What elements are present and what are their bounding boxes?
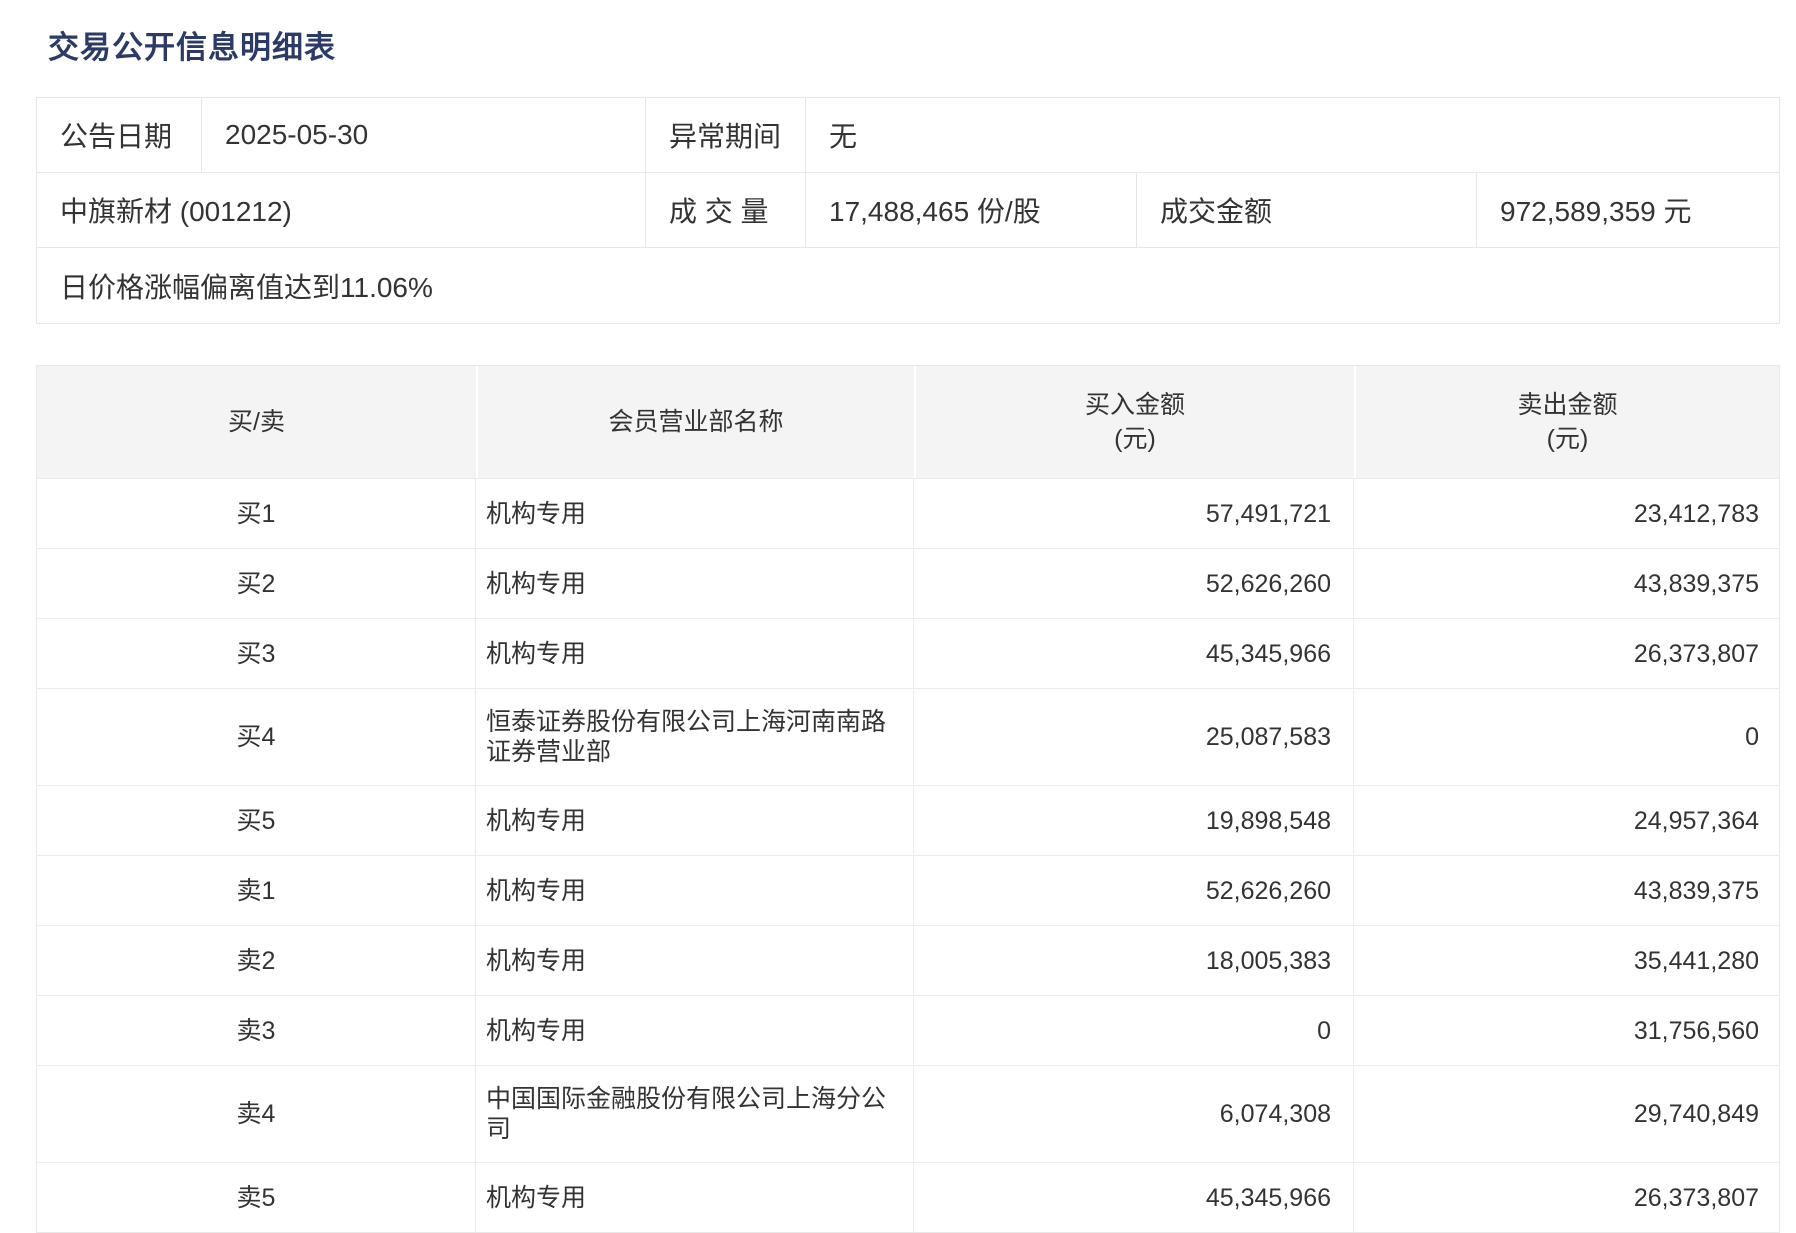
branch-cell: 中国国际金融股份有限公司上海分公司 — [476, 1066, 914, 1162]
header-buy-amount-line2: (元) — [1114, 422, 1156, 456]
side-cell: 卖3 — [37, 996, 476, 1065]
side-cell: 买3 — [37, 619, 476, 688]
table-row: 买2 机构专用 52,626,260 43,839,375 — [37, 548, 1779, 618]
sell-amount-cell: 43,839,375 — [1354, 856, 1779, 925]
buy-amount-cell: 19,898,548 — [914, 786, 1354, 855]
side-cell: 买2 — [37, 549, 476, 618]
page-title: 交易公开信息明细表 — [48, 22, 1796, 67]
sell-amount-cell: 23,412,783 — [1354, 479, 1779, 548]
header-side-label: 买/卖 — [228, 405, 285, 439]
deviation-reason: 日价格涨幅偏离值达到11.06% — [37, 248, 1779, 323]
branch-cell: 机构专用 — [476, 1163, 914, 1232]
table-row: 买1 机构专用 57,491,721 23,412,783 — [37, 478, 1779, 548]
side-cell: 买5 — [37, 786, 476, 855]
sell-amount-cell: 35,441,280 — [1354, 926, 1779, 995]
broker-detail-table: 买/卖 会员营业部名称 买入金额 (元) 卖出金额 (元) 买1 机构专用 57… — [36, 365, 1780, 1233]
announce-date-value: 2025-05-30 — [202, 98, 646, 172]
stock-name: 中旗新材 (001212) — [37, 173, 646, 247]
table-row: 卖3 机构专用 0 31,756,560 — [37, 995, 1779, 1065]
sell-amount-cell: 26,373,807 — [1354, 1163, 1779, 1232]
buy-amount-cell: 0 — [914, 996, 1354, 1065]
buy-amount-cell: 45,345,966 — [914, 1163, 1354, 1232]
buy-amount-cell: 45,345,966 — [914, 619, 1354, 688]
table-row: 买4 恒泰证券股份有限公司上海河南南路证券营业部 25,087,583 0 — [37, 688, 1779, 785]
side-cell: 买1 — [37, 479, 476, 548]
volume-label: 成 交 量 — [646, 173, 806, 247]
abnormal-period-label: 异常期间 — [646, 98, 806, 172]
sell-amount-cell: 43,839,375 — [1354, 549, 1779, 618]
header-buy-amount-line1: 买入金额 — [1085, 388, 1185, 422]
side-cell: 买4 — [37, 689, 476, 785]
header-sell-amount-line1: 卖出金额 — [1517, 388, 1617, 422]
buy-amount-cell: 18,005,383 — [914, 926, 1354, 995]
buy-amount-cell: 57,491,721 — [914, 479, 1354, 548]
turnover-value: 972,589,359 元 — [1477, 173, 1779, 247]
header-buy-amount: 买入金额 (元) — [914, 366, 1354, 478]
table-row: 卖1 机构专用 52,626,260 43,839,375 — [37, 855, 1779, 925]
sell-amount-cell: 26,373,807 — [1354, 619, 1779, 688]
sell-amount-cell: 0 — [1354, 689, 1779, 785]
table-row: 买3 机构专用 45,345,966 26,373,807 — [37, 618, 1779, 688]
abnormal-period-value: 无 — [806, 98, 1779, 172]
side-cell: 卖5 — [37, 1163, 476, 1232]
sell-amount-cell: 24,957,364 — [1354, 786, 1779, 855]
buy-amount-cell: 6,074,308 — [914, 1066, 1354, 1162]
branch-cell: 机构专用 — [476, 549, 914, 618]
branch-cell: 机构专用 — [476, 996, 914, 1065]
branch-cell: 恒泰证券股份有限公司上海河南南路证券营业部 — [476, 689, 914, 785]
trade-summary-table: 公告日期 2025-05-30 异常期间 无 中旗新材 (001212) 成 交… — [36, 97, 1780, 324]
turnover-label: 成交金额 — [1137, 173, 1477, 247]
side-cell: 卖2 — [37, 926, 476, 995]
announce-date-label: 公告日期 — [37, 98, 202, 172]
buy-amount-cell: 52,626,260 — [914, 856, 1354, 925]
summary-row-reason: 日价格涨幅偏离值达到11.06% — [37, 248, 1779, 323]
side-cell: 卖1 — [37, 856, 476, 925]
volume-value: 17,488,465 份/股 — [806, 173, 1137, 247]
header-sell-amount-line2: (元) — [1547, 422, 1589, 456]
header-sell-amount: 卖出金额 (元) — [1354, 366, 1779, 478]
table-row: 卖4 中国国际金融股份有限公司上海分公司 6,074,308 29,740,84… — [37, 1065, 1779, 1162]
table-row: 卖5 机构专用 45,345,966 26,373,807 — [37, 1162, 1779, 1232]
branch-cell: 机构专用 — [476, 479, 914, 548]
header-branch: 会员营业部名称 — [476, 366, 914, 478]
header-side: 买/卖 — [37, 366, 476, 478]
branch-cell: 机构专用 — [476, 619, 914, 688]
side-cell: 卖4 — [37, 1066, 476, 1162]
buy-amount-cell: 52,626,260 — [914, 549, 1354, 618]
branch-cell: 机构专用 — [476, 926, 914, 995]
header-branch-label: 会员营业部名称 — [608, 405, 783, 439]
sell-amount-cell: 31,756,560 — [1354, 996, 1779, 1065]
summary-row-date: 公告日期 2025-05-30 异常期间 无 — [37, 98, 1779, 173]
branch-cell: 机构专用 — [476, 786, 914, 855]
branch-cell: 机构专用 — [476, 856, 914, 925]
buy-amount-cell: 25,087,583 — [914, 689, 1354, 785]
table-row: 卖2 机构专用 18,005,383 35,441,280 — [37, 925, 1779, 995]
sell-amount-cell: 29,740,849 — [1354, 1066, 1779, 1162]
table-header-row: 买/卖 会员营业部名称 买入金额 (元) 卖出金额 (元) — [37, 366, 1779, 478]
summary-row-stock: 中旗新材 (001212) 成 交 量 17,488,465 份/股 成交金额 … — [37, 173, 1779, 248]
table-row: 买5 机构专用 19,898,548 24,957,364 — [37, 785, 1779, 855]
